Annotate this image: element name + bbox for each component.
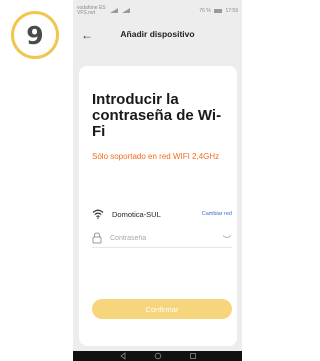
password-row: [92, 231, 232, 248]
nav-bar: ← Añadir dispositivo: [73, 26, 242, 46]
wifi-icon: [92, 209, 104, 219]
confirm-button[interactable]: Confirmar: [92, 299, 232, 319]
lock-icon: [92, 232, 102, 244]
clock: 17:59: [225, 8, 238, 14]
wifi-network-row: Domotica-SUL Cambiar red: [92, 208, 232, 222]
phone-screen: vodafone ES VFS.net 76 % 17:59 ← Añadir …: [73, 0, 242, 361]
status-bar: vodafone ES VFS.net 76 % 17:59: [73, 0, 242, 26]
card-heading: Introducir la contraseña de Wi-Fi: [92, 91, 222, 140]
page-title: Añadir dispositivo: [120, 29, 195, 39]
wifi-password-card: Introducir la contraseña de Wi-Fi Sólo s…: [79, 66, 237, 346]
eye-closed-icon[interactable]: [222, 234, 232, 240]
system-nav-bar: [73, 351, 242, 361]
step-number: 9: [26, 20, 44, 50]
recents-square-icon[interactable]: [189, 352, 197, 360]
frequency-note: Sólo soportado en red WIFI 2,4GHz: [92, 152, 220, 161]
signal-icon: [110, 8, 118, 13]
wifi-network-name: Domotica-SUL: [112, 210, 161, 219]
home-circle-icon[interactable]: [154, 352, 162, 360]
back-triangle-icon[interactable]: [119, 352, 127, 360]
status-right: 76 % 17:59: [199, 8, 238, 14]
signal-icon-2: [122, 8, 130, 13]
battery-icon: [214, 8, 223, 13]
carrier-name-secondary: VFS.net: [77, 10, 96, 16]
step-number-badge: 9: [11, 11, 59, 59]
battery-percent: 76 %: [199, 8, 211, 14]
password-input[interactable]: [110, 232, 210, 244]
change-network-link[interactable]: Cambiar red: [202, 211, 232, 217]
status-left: vodafone ES VFS.net: [77, 6, 106, 16]
